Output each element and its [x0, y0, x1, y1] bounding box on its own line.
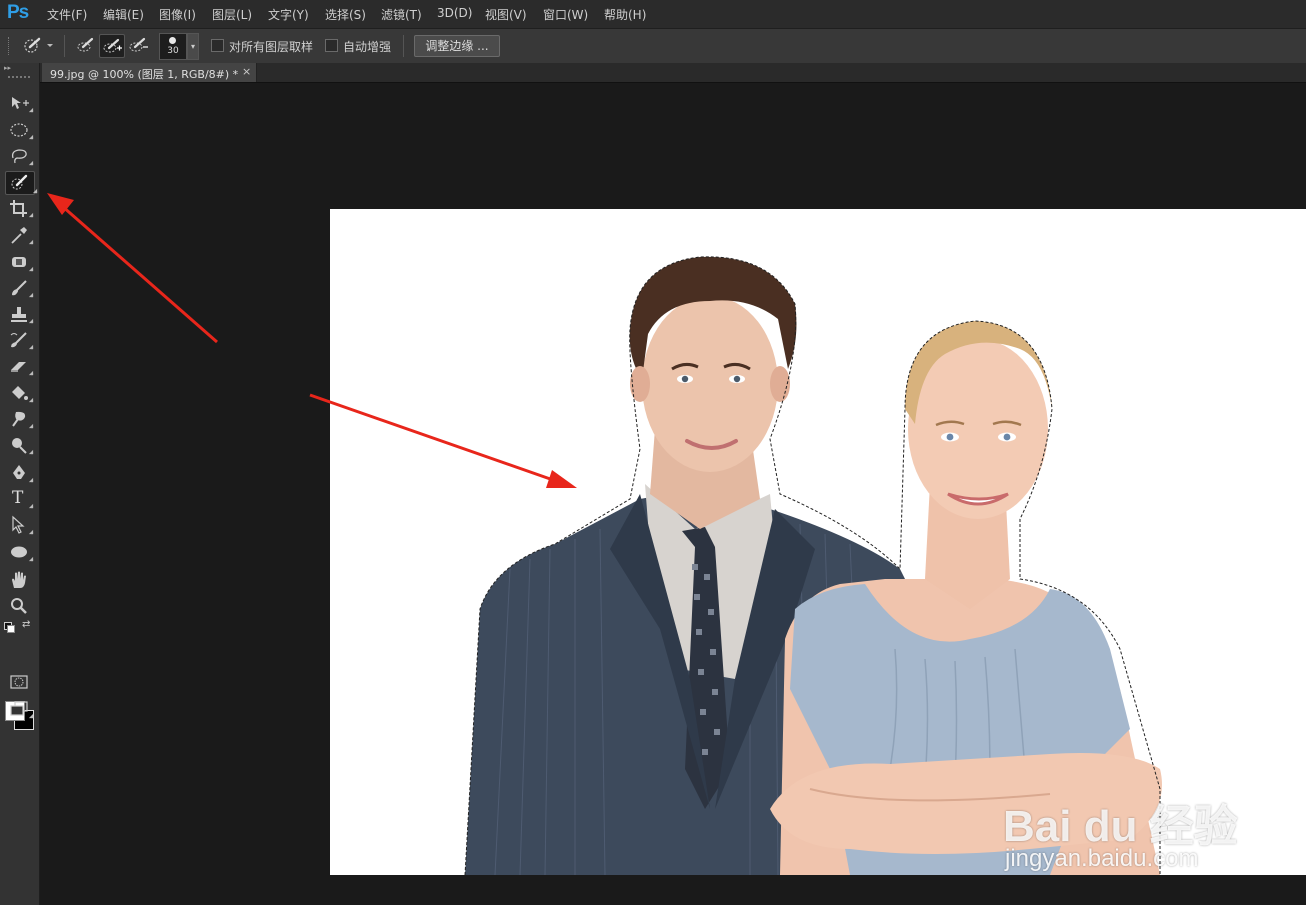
annotation-arrow-to-image: [309, 393, 577, 488]
annotation-arrow-to-tool: [47, 193, 218, 344]
annotation-arrows: [47, 193, 577, 488]
